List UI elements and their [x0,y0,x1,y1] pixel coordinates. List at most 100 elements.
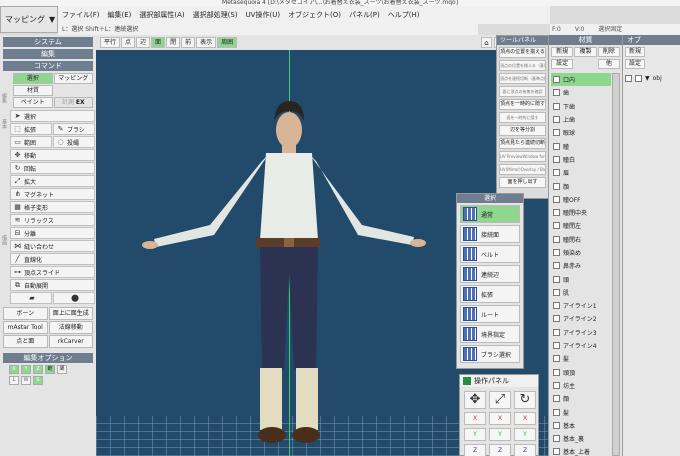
menu-uv[interactable]: UV操作(U) [242,10,285,20]
scale-x[interactable]: X [489,412,511,425]
command-stitch[interactable]: ⋈ 縫い合わせ [10,240,95,252]
material-item[interactable]: 基本 [551,419,611,432]
menu-panel[interactable]: パネル(P) [345,10,384,20]
menu-edit[interactable]: 編集(E) [104,10,136,20]
select-mode-0[interactable]: 通常 [460,205,520,223]
tab-measure[interactable]: 計測 EX [53,97,93,108]
material-item[interactable]: 顔 [551,179,611,192]
extrude-face-button[interactable]: 面を押し出す [499,177,546,188]
tab-mapping[interactable]: マッピング [53,73,93,84]
material-delete-button[interactable]: 削除 [597,47,620,57]
material-item[interactable]: 頬染め [551,246,611,259]
material-scrollbar[interactable] [612,73,620,456]
rotate-x[interactable]: X [514,412,536,425]
align-vertex-button[interactable]: 頂点の位置を揃える [499,47,546,58]
material-item[interactable]: 瞳 [551,139,611,152]
menu-file[interactable]: ファイル(F) [58,10,104,20]
rkcarver-button[interactable]: rkCarver [48,335,93,348]
select-mode-1[interactable]: 接続面 [460,225,520,243]
face-on-face-button[interactable]: 面上に面生成 [48,307,93,320]
command-extend[interactable]: ⬚ 拡張 [10,123,52,135]
command-relax[interactable]: ≋ リラックス [10,214,95,226]
material-item[interactable]: 頭頂 [551,366,611,379]
hide-face-button[interactable]: 面を一時的に隠す [499,112,546,123]
check-vertex-button[interactable]: 面に頂点の有無を確認 [499,86,546,97]
command-plane[interactable]: ▰ [10,292,52,304]
opt-l[interactable]: L [9,376,19,385]
edit-options-header[interactable]: 編集オプション [3,353,93,363]
scale-y[interactable]: Y [489,428,511,441]
tab-paint[interactable]: ペイント [13,97,53,108]
expand-icon[interactable]: ▼ [645,75,650,82]
menu-help[interactable]: ヘルプ(H) [384,10,424,20]
material-item[interactable]: 瞳白 [551,153,611,166]
material-item[interactable]: アイライン4 [551,339,611,352]
command-scale[interactable]: ⤢ 拡大 [10,175,95,187]
material-item[interactable]: 顔 [551,392,611,405]
select-mode-4[interactable]: 拡張 [460,285,520,303]
command-rotate[interactable]: ↻ 回転 [10,162,95,174]
material-settings-button[interactable]: 設定 [551,59,574,69]
tab-select[interactable]: 選択 [13,73,53,84]
material-item[interactable]: 歯 [551,86,611,99]
material-item[interactable]: 鼻赤み [551,259,611,272]
rotate-y[interactable]: Y [514,428,536,441]
uv-overlay-button[interactable]: UV(Mirror)Overlay / Blender [499,164,546,175]
object-new-button[interactable]: 新規 [625,47,645,57]
select-mode-5[interactable]: ルート [460,305,520,323]
bone-button[interactable]: ボーン [3,307,48,320]
system-header[interactable]: システム [3,37,93,47]
material-other-button[interactable]: 他 [597,59,620,69]
uv-preview-button[interactable]: UV PreviewWindow for Blender [499,151,546,162]
mode-selector[interactable]: マッピング ▼ [0,6,58,33]
command-magnet[interactable]: ⋔ マグネット [10,188,95,200]
selection-lock[interactable]: 選択固定 [598,24,622,35]
opt-y[interactable]: Y [21,365,31,374]
material-item[interactable]: 瞳閉左 [551,219,611,232]
tool-panel-title[interactable]: ツールパネル [497,36,548,45]
material-item[interactable]: 下歯 [551,100,611,113]
opt-x[interactable]: X [9,365,19,374]
object-panel-title[interactable]: オブ [623,35,680,45]
menu-selection-proc[interactable]: 選択部処理(S) [189,10,242,20]
menu-object[interactable]: オブジェクト(O) [284,10,345,20]
material-item[interactable]: 瞳OFF [551,193,611,206]
material-item[interactable]: 肌 [551,286,611,299]
scale-icon[interactable]: ⤢ [489,391,511,409]
menu-selection-attr[interactable]: 選択部属性(A) [135,10,188,20]
select-mode-3[interactable]: 連続辺 [460,265,520,283]
command-lasso[interactable]: ◌ 投縄 [53,136,95,148]
material-item[interactable]: 髪 [551,352,611,365]
move-icon[interactable]: ✥ [464,391,486,409]
hide-vertex-button[interactable]: 頂点を一時的に隠す [499,99,546,110]
material-item[interactable]: 上歯 [551,113,611,126]
material-item[interactable]: 眉 [551,166,611,179]
command-split[interactable]: ⊟ 分離 [10,227,95,239]
continuous-cut-button[interactable]: 頂点見たら連続切断 [499,138,546,149]
lock-checkbox[interactable] [635,75,642,82]
material-item[interactable]: 眼球 [551,126,611,139]
command-brush[interactable]: ✎ ブラシ [53,123,95,135]
visibility-checkbox[interactable] [625,75,632,82]
rotate-z[interactable]: Z [514,444,536,456]
mastar-tool-button[interactable]: mAstar Tool [3,321,48,334]
scale-z[interactable]: Z [489,444,511,456]
command-lattice[interactable]: ▦ 格子変形 [10,201,95,213]
cut-vertex-ref-button[interactable]: 頂点を連続切断（基準点指定） [499,73,546,84]
material-item[interactable]: アイライン3 [551,326,611,339]
material-panel-title[interactable]: 材質 [549,35,622,45]
opt-s[interactable]: S [33,376,43,385]
material-item[interactable]: 基本_上着 [551,445,611,456]
material-item[interactable]: 瞳閉中央 [551,206,611,219]
command-cursor[interactable]: ➤ 選択 [10,110,95,122]
command-straighten[interactable]: ╱ 直線化 [10,253,95,265]
select-mode-7[interactable]: ブラシ選択 [460,345,520,363]
opt-w[interactable]: W [21,376,31,385]
material-item[interactable]: 瞳閉右 [551,233,611,246]
material-item[interactable]: アイライン2 [551,312,611,325]
material-item[interactable]: 基本_裏 [551,432,611,445]
material-new-button[interactable]: 新規 [551,47,574,57]
material-item[interactable]: 頭 [551,272,611,285]
opt-z[interactable]: Z [33,365,43,374]
rotate-icon[interactable]: ↻ [514,391,536,409]
